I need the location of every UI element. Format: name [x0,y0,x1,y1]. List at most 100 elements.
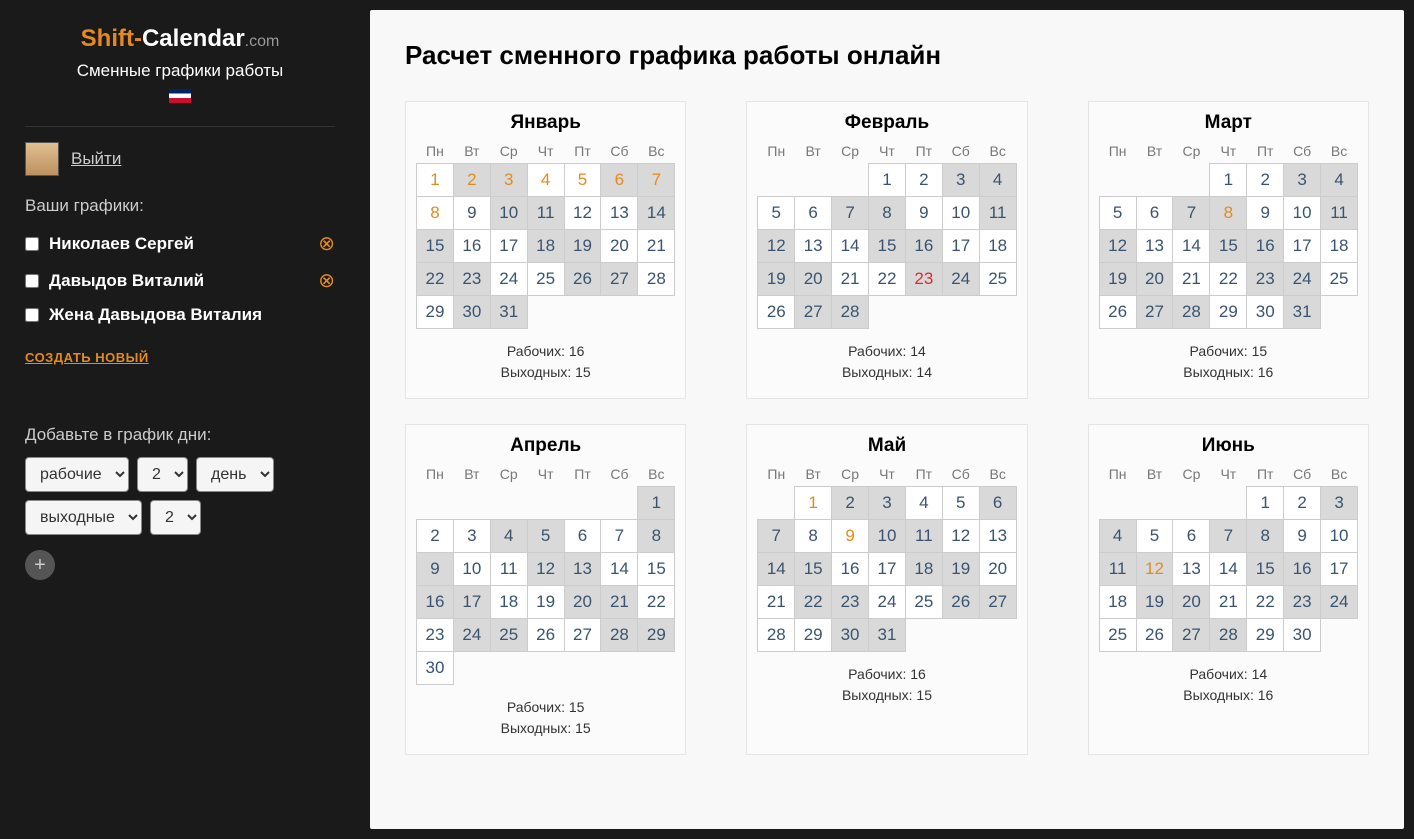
calendar-day[interactable]: 1 [1247,487,1284,520]
calendar-day[interactable]: 8 [1210,197,1247,230]
calendar-day[interactable]: 28 [832,296,869,329]
calendar-day[interactable]: 6 [795,197,832,230]
calendar-day[interactable]: 5 [1099,197,1136,230]
add-row-button[interactable]: + [25,550,55,580]
calendar-day[interactable]: 30 [1247,296,1284,329]
calendar-day[interactable]: 30 [832,619,869,652]
calendar-day[interactable]: 6 [1136,197,1173,230]
calendar-day[interactable]: 2 [905,164,942,197]
calendar-day[interactable]: 6 [601,164,638,197]
calendar-day[interactable]: 9 [905,197,942,230]
calendar-day[interactable]: 9 [832,520,869,553]
calendar-day[interactable]: 5 [942,487,979,520]
calendar-day[interactable]: 7 [638,164,675,197]
logout-link[interactable]: Выйти [71,149,121,169]
calendar-day[interactable]: 8 [638,520,675,553]
calendar-day[interactable]: 6 [979,487,1016,520]
calendar-day[interactable]: 4 [979,164,1016,197]
calendar-day[interactable]: 20 [795,263,832,296]
calendar-day[interactable]: 28 [638,263,675,296]
calendar-day[interactable]: 25 [1321,263,1358,296]
calendar-day[interactable]: 29 [1247,619,1284,652]
schedule-checkbox[interactable] [25,237,39,251]
calendar-day[interactable]: 11 [905,520,942,553]
day-count-select-1[interactable]: 2 [137,457,188,492]
calendar-day[interactable]: 29 [795,619,832,652]
calendar-day[interactable]: 24 [453,619,490,652]
day-type-select-1[interactable]: рабочие [25,457,129,492]
calendar-day[interactable]: 28 [758,619,795,652]
calendar-day[interactable]: 26 [1136,619,1173,652]
calendar-day[interactable]: 23 [832,586,869,619]
calendar-day[interactable]: 15 [1210,230,1247,263]
calendar-day[interactable]: 4 [527,164,564,197]
calendar-day[interactable]: 22 [1247,586,1284,619]
calendar-day[interactable]: 3 [490,164,527,197]
calendar-day[interactable]: 24 [869,586,906,619]
calendar-day[interactable]: 18 [527,230,564,263]
calendar-day[interactable]: 21 [832,263,869,296]
calendar-day[interactable]: 1 [638,487,675,520]
calendar-day[interactable]: 15 [417,230,454,263]
calendar-day[interactable]: 11 [527,197,564,230]
calendar-day[interactable]: 18 [905,553,942,586]
calendar-day[interactable]: 21 [758,586,795,619]
calendar-day[interactable]: 17 [1321,553,1358,586]
calendar-day[interactable]: 21 [1173,263,1210,296]
calendar-day[interactable]: 14 [1210,553,1247,586]
calendar-day[interactable]: 19 [758,263,795,296]
schedule-checkbox[interactable] [25,274,39,288]
calendar-day[interactable]: 7 [758,520,795,553]
calendar-day[interactable]: 17 [490,230,527,263]
calendar-day[interactable]: 2 [1247,164,1284,197]
calendar-day[interactable]: 22 [1210,263,1247,296]
calendar-day[interactable]: 21 [601,586,638,619]
calendar-day[interactable]: 23 [905,263,942,296]
calendar-day[interactable]: 16 [453,230,490,263]
calendar-day[interactable]: 11 [1321,197,1358,230]
calendar-day[interactable]: 1 [417,164,454,197]
calendar-day[interactable]: 3 [942,164,979,197]
calendar-day[interactable]: 26 [1099,296,1136,329]
calendar-day[interactable]: 31 [490,296,527,329]
calendar-day[interactable]: 18 [490,586,527,619]
calendar-day[interactable]: 31 [1284,296,1321,329]
calendar-day[interactable]: 30 [417,652,454,685]
calendar-day[interactable]: 3 [1284,164,1321,197]
calendar-day[interactable]: 11 [1099,553,1136,586]
calendar-day[interactable]: 24 [1284,263,1321,296]
avatar[interactable] [25,142,59,176]
calendar-day[interactable]: 23 [1284,586,1321,619]
calendar-day[interactable]: 13 [564,553,601,586]
calendar-day[interactable]: 27 [1136,296,1173,329]
calendar-day[interactable]: 22 [638,586,675,619]
calendar-day[interactable]: 18 [979,230,1016,263]
calendar-day[interactable]: 2 [832,487,869,520]
calendar-day[interactable]: 29 [1210,296,1247,329]
calendar-day[interactable]: 28 [1173,296,1210,329]
calendar-day[interactable]: 19 [527,586,564,619]
calendar-day[interactable]: 6 [564,520,601,553]
calendar-day[interactable]: 23 [1247,263,1284,296]
calendar-day[interactable]: 4 [490,520,527,553]
calendar-day[interactable]: 27 [564,619,601,652]
calendar-day[interactable]: 24 [490,263,527,296]
calendar-day[interactable]: 20 [1173,586,1210,619]
calendar-day[interactable]: 8 [795,520,832,553]
schedule-name[interactable]: Жена Давыдова Виталия [49,305,335,325]
calendar-day[interactable]: 16 [1284,553,1321,586]
calendar-day[interactable]: 2 [1284,487,1321,520]
calendar-day[interactable]: 16 [832,553,869,586]
calendar-day[interactable]: 25 [979,263,1016,296]
calendar-day[interactable]: 4 [1321,164,1358,197]
calendar-day[interactable]: 22 [795,586,832,619]
language-flag[interactable] [25,89,335,108]
create-new-link[interactable]: СОЗДАТЬ НОВЫЙ [25,350,335,365]
calendar-day[interactable]: 12 [527,553,564,586]
calendar-day[interactable]: 7 [1210,520,1247,553]
calendar-day[interactable]: 1 [795,487,832,520]
calendar-day[interactable]: 9 [453,197,490,230]
calendar-day[interactable]: 14 [601,553,638,586]
calendar-day[interactable]: 5 [1136,520,1173,553]
calendar-day[interactable]: 27 [1173,619,1210,652]
